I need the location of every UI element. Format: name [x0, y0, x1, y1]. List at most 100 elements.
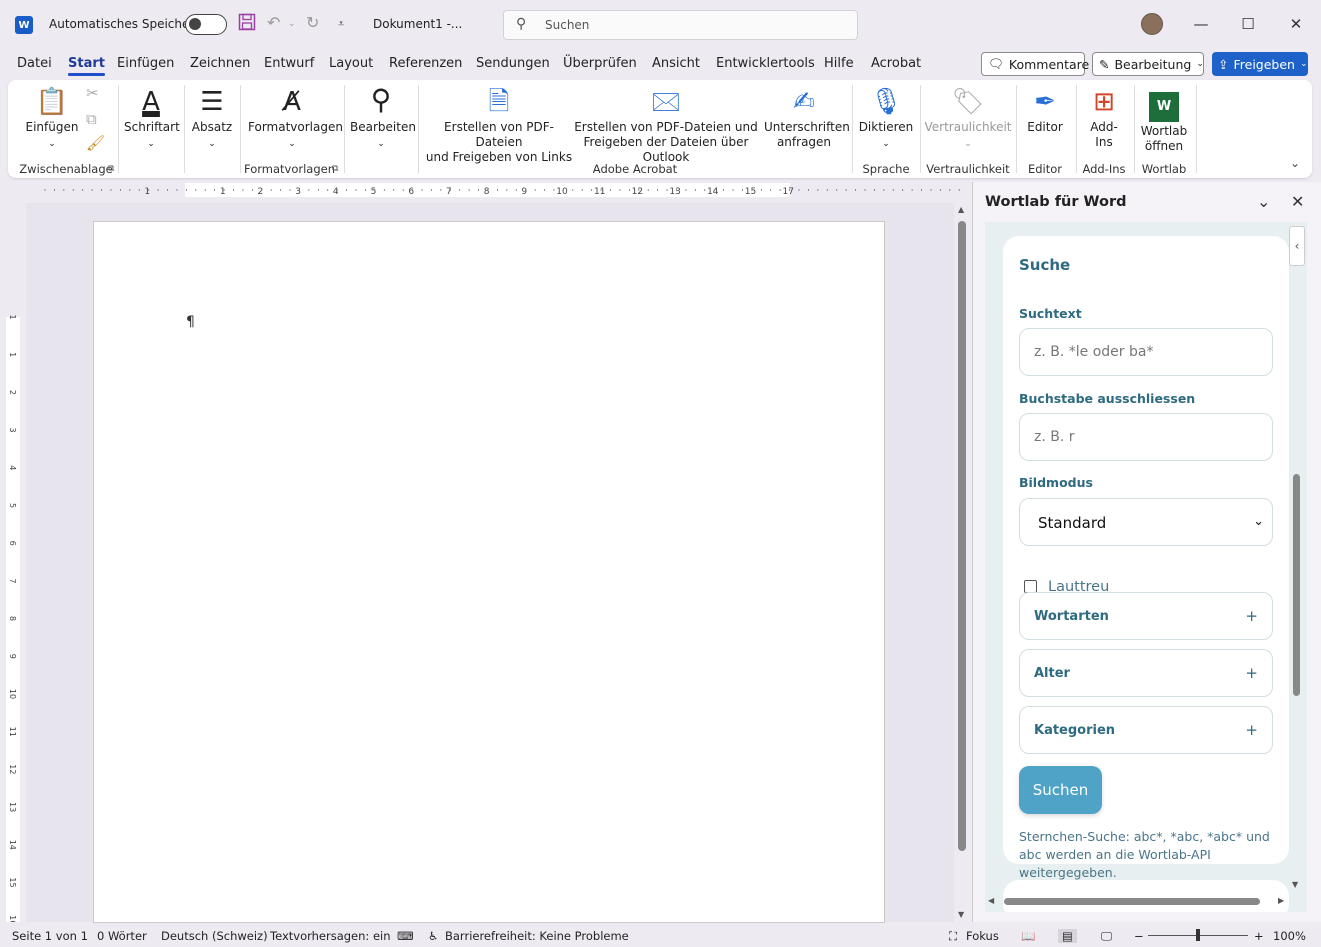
tab-ansicht[interactable]: Ansicht — [652, 56, 700, 71]
clipboard-launcher-icon[interactable]: ⧉ — [108, 162, 114, 177]
tab-start[interactable]: Start — [68, 56, 105, 76]
format-painter-icon[interactable]: 🖌 — [86, 136, 105, 151]
paragraph-align-icon: ☰ — [200, 87, 224, 117]
zoom-out-icon[interactable]: − — [1134, 929, 1144, 943]
font-label: Schriftart — [124, 120, 180, 134]
scroll-down-icon[interactable]: ▼ — [958, 910, 964, 919]
web-layout-icon[interactable]: 🖵 — [1101, 929, 1112, 944]
save-icon[interactable] — [238, 13, 256, 35]
redo-icon[interactable]: ↻ — [306, 13, 319, 32]
ribbon-expand-icon[interactable]: ⌄ — [1290, 156, 1300, 171]
text-predictions[interactable]: Textvorhersagen: ein — [270, 929, 391, 943]
close-window-button[interactable]: ✕ — [1281, 10, 1311, 38]
paragraph-button[interactable]: ☰ Absatz ⌄ — [190, 86, 234, 152]
comments-button[interactable]: 🗨 Kommentare — [981, 52, 1089, 76]
search-submit-button[interactable]: Suchen — [1019, 766, 1102, 814]
tab-entwicklertools[interactable]: Entwicklertools — [716, 56, 815, 71]
document-scrollbar[interactable]: ▲ ▼ — [956, 205, 968, 922]
undo-icon[interactable]: ↶ — [267, 13, 280, 32]
styles-button[interactable]: A̸ Formatvorlagen ⌄ — [248, 86, 343, 152]
pane-vertical-scrollbar-thumb[interactable] — [1293, 474, 1300, 696]
tab-layout[interactable]: Layout — [329, 56, 373, 71]
addins-button[interactable]: ⊞ Add- Ins — [1080, 86, 1128, 150]
scroll-up-icon[interactable]: ▲ — [958, 205, 964, 214]
request-signatures-button[interactable]: ✍ Unterschriften anfragen — [764, 86, 850, 150]
zoom-level[interactable]: 100% — [1273, 929, 1306, 943]
print-layout-icon[interactable]: ▤ — [1058, 929, 1077, 943]
tab-zeichnen[interactable]: Zeichnen — [190, 56, 250, 71]
ruler-label: 8 — [8, 616, 17, 621]
tab-einfuegen[interactable]: Einfügen — [117, 56, 174, 71]
create-pdf-share-links-button[interactable]: 🗎 Erstellen von PDF-Dateien und Freigebe… — [424, 86, 574, 165]
zoom-slider-thumb[interactable] — [1196, 929, 1200, 941]
pdf-link-icon: 🗎 — [488, 87, 510, 117]
zoom-in-icon[interactable]: + — [1254, 929, 1264, 943]
search-box[interactable]: ⚲ Suchen — [503, 10, 858, 40]
pane-options-chevron-icon[interactable]: ⌄ — [1257, 192, 1270, 211]
ruler-label: 1 — [144, 187, 150, 197]
exclude-letter-input[interactable]: z. B. r — [1019, 413, 1273, 461]
language[interactable]: Deutsch (Schweiz) — [161, 929, 268, 943]
font-button[interactable]: A Schriftart ⌄ — [124, 86, 180, 152]
tab-acrobat[interactable]: Acrobat — [871, 56, 921, 71]
share-button[interactable]: ⇪ Freigeben ⌄ — [1212, 52, 1308, 76]
sensitivity-button[interactable]: 🏷 Vertraulichkeit ⌄ — [924, 86, 1012, 152]
tab-datei[interactable]: Datei — [17, 56, 52, 71]
pane-horizontal-scrollbar-thumb[interactable] — [1004, 898, 1260, 905]
track-changes-icon[interactable]: ⌨ — [397, 929, 414, 943]
tab-sendungen[interactable]: Sendungen — [476, 56, 550, 71]
editing-button[interactable]: ⚲ Bearbeiten ⌄ — [350, 82, 416, 152]
accordion-age[interactable]: Alter + — [1019, 649, 1273, 697]
page-count[interactable]: Seite 1 von 1 — [12, 929, 88, 943]
group-label-voice: Sprache — [862, 162, 910, 176]
word-count[interactable]: 0 Wörter — [97, 929, 147, 943]
accordion-word-types[interactable]: Wortarten + — [1019, 592, 1273, 640]
pane-vertical-scrollbar[interactable]: ▼ — [1290, 232, 1302, 892]
wortlab-open-button[interactable]: W Wortlab öffnen — [1138, 86, 1190, 154]
avatar[interactable] — [1141, 13, 1163, 35]
image-mode-select[interactable]: Standard ⌄ — [1019, 498, 1273, 546]
ruler-label: 2 — [258, 187, 264, 197]
pane-close-icon[interactable]: ✕ — [1291, 192, 1304, 211]
create-pdf-outlook-button[interactable]: 🖂 Erstellen von PDF-Dateien und Freigebe… — [570, 86, 762, 165]
editor-button[interactable]: ✒ Editor — [1020, 86, 1070, 135]
tab-referenzen[interactable]: Referenzen — [389, 56, 462, 71]
addins-grid-icon: ⊞ — [1093, 87, 1115, 117]
tab-ueberpruefen[interactable]: Überprüfen — [563, 56, 637, 71]
ruler-label: 7 — [446, 187, 452, 197]
maximize-button[interactable]: ☐ — [1233, 10, 1263, 38]
document-page[interactable] — [93, 221, 885, 923]
document-scrollbar-thumb[interactable] — [958, 221, 966, 851]
editing-label: Bearbeiten — [350, 120, 416, 134]
autosave-toggle[interactable] — [185, 14, 227, 35]
group-label-sensitivity: Vertraulichkeit — [926, 162, 1010, 176]
focus-button[interactable]: Fokus — [966, 929, 999, 943]
styles-launcher-icon[interactable]: ⧉ — [332, 162, 338, 177]
dictate-button[interactable]: 🎙 Diktieren ⌄ — [858, 86, 914, 152]
tab-entwurf[interactable]: Entwurf — [264, 56, 314, 71]
wortlab-task-pane: Wortlab für Word ⌄ ✕ Suche Suchtext z. B… — [972, 182, 1321, 922]
accordion-categories[interactable]: Kategorien + — [1019, 706, 1273, 754]
tab-hilfe[interactable]: Hilfe — [824, 56, 854, 71]
undo-dropdown-icon[interactable]: ⌄ — [288, 19, 296, 29]
scroll-right-icon[interactable]: ▶ — [1278, 896, 1284, 905]
ruler-label: 12 — [632, 187, 643, 197]
scroll-left-icon[interactable]: ◀ — [988, 896, 994, 905]
ruler-label: 4 — [8, 465, 17, 470]
read-mode-icon[interactable]: 📖 — [1021, 929, 1035, 943]
chevron-down-icon: ⌄ — [377, 139, 385, 149]
pane-horizontal-scrollbar[interactable]: ◀ ▶ — [986, 894, 1288, 908]
paste-button[interactable]: 📋 Einfügen ⌄ — [22, 86, 82, 152]
editing-mode-button[interactable]: ✎ Bearbeitung ⌄ — [1092, 52, 1204, 76]
minimize-button[interactable]: — — [1186, 10, 1216, 38]
customize-toolbar-icon[interactable]: ⩡ — [338, 17, 344, 31]
search-text-input[interactable]: z. B. *le oder ba* — [1019, 328, 1273, 376]
scroll-down-icon[interactable]: ▼ — [1292, 880, 1298, 889]
copy-icon[interactable]: ⧉ — [86, 112, 97, 127]
ruler-label: 1 — [220, 187, 226, 197]
accessibility-status[interactable]: Barrierefreiheit: Keine Probleme — [445, 929, 629, 943]
cut-icon[interactable]: ✂ — [86, 86, 99, 101]
accordion-age-label: Alter — [1034, 666, 1070, 681]
document-title[interactable]: Dokument1 -... — [373, 17, 462, 31]
ruler-label: 6 — [408, 187, 414, 197]
